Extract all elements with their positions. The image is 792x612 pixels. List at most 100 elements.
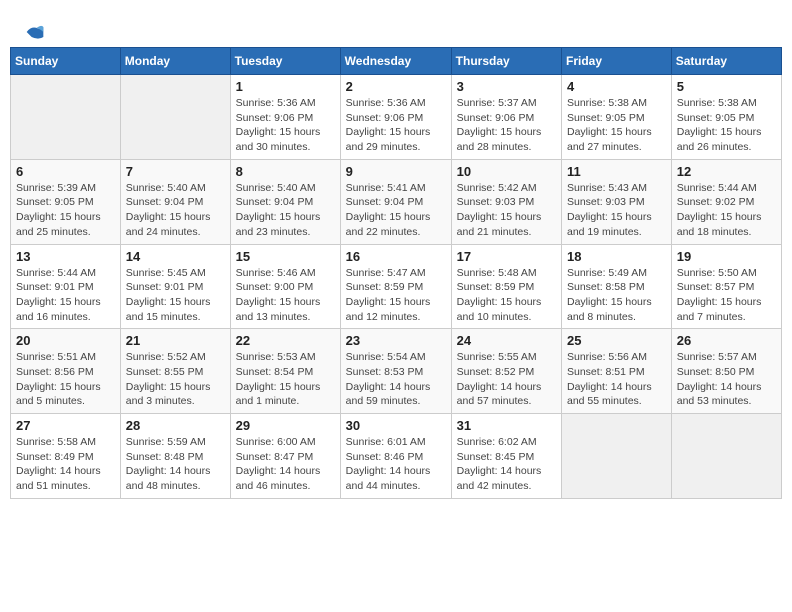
day-number: 9 xyxy=(346,164,446,179)
day-info: Sunrise: 5:39 AM Sunset: 9:05 PM Dayligh… xyxy=(16,181,115,240)
day-number: 1 xyxy=(236,79,335,94)
day-info: Sunrise: 5:49 AM Sunset: 8:58 PM Dayligh… xyxy=(567,266,666,325)
day-info: Sunrise: 5:38 AM Sunset: 9:05 PM Dayligh… xyxy=(677,96,776,155)
calendar-cell: 10Sunrise: 5:42 AM Sunset: 9:03 PM Dayli… xyxy=(451,159,561,244)
calendar-cell: 5 Sunrise: 5:38 AM Sunset: 9:05 PM Daylig… xyxy=(671,75,781,160)
day-info: Sunrise: 5:43 AM Sunset: 9:03 PM Dayligh… xyxy=(567,181,666,240)
day-number: 27 xyxy=(16,418,115,433)
day-number: 16 xyxy=(346,249,446,264)
day-number: 17 xyxy=(457,249,556,264)
calendar-cell: 15Sunrise: 5:46 AM Sunset: 9:00 PM Dayli… xyxy=(230,244,340,329)
day-number: 18 xyxy=(567,249,666,264)
day-number: 2 xyxy=(346,79,446,94)
weekday-header-saturday: Saturday xyxy=(671,48,781,75)
day-info: Sunrise: 5:47 AM Sunset: 8:59 PM Dayligh… xyxy=(346,266,446,325)
calendar-cell xyxy=(671,414,781,499)
day-info: Sunrise: 5:54 AM Sunset: 8:53 PM Dayligh… xyxy=(346,350,446,409)
day-number: 3 xyxy=(457,79,556,94)
day-info: Sunrise: 5:36 AM Sunset: 9:06 PM Dayligh… xyxy=(346,96,446,155)
day-number: 13 xyxy=(16,249,115,264)
calendar-cell: 8 Sunrise: 5:40 AM Sunset: 9:04 PM Daylig… xyxy=(230,159,340,244)
day-info: Sunrise: 5:46 AM Sunset: 9:00 PM Dayligh… xyxy=(236,266,335,325)
calendar-cell: 25 Sunrise: 5:56 AM Sunset: 8:51 PM Dayli… xyxy=(562,329,672,414)
calendar-cell: 22Sunrise: 5:53 AM Sunset: 8:54 PM Dayli… xyxy=(230,329,340,414)
day-number: 26 xyxy=(677,333,776,348)
day-info: Sunrise: 6:00 AM Sunset: 8:47 PM Dayligh… xyxy=(236,435,335,494)
day-info: Sunrise: 5:51 AM Sunset: 8:56 PM Dayligh… xyxy=(16,350,115,409)
day-number: 24 xyxy=(457,333,556,348)
day-number: 29 xyxy=(236,418,335,433)
day-info: Sunrise: 5:42 AM Sunset: 9:03 PM Dayligh… xyxy=(457,181,556,240)
calendar-table: SundayMondayTuesdayWednesdayThursdayFrid… xyxy=(10,47,782,499)
calendar-cell: 13 Sunrise: 5:44 AM Sunset: 9:01 PM Dayli… xyxy=(11,244,121,329)
day-number: 7 xyxy=(126,164,225,179)
day-info: Sunrise: 5:38 AM Sunset: 9:05 PM Dayligh… xyxy=(567,96,666,155)
day-info: Sunrise: 5:55 AM Sunset: 8:52 PM Dayligh… xyxy=(457,350,556,409)
day-number: 22 xyxy=(236,333,335,348)
calendar-cell: 16 Sunrise: 5:47 AM Sunset: 8:59 PM Dayli… xyxy=(340,244,451,329)
logo-icon xyxy=(25,22,45,42)
day-info: Sunrise: 5:37 AM Sunset: 9:06 PM Dayligh… xyxy=(457,96,556,155)
day-info: Sunrise: 5:59 AM Sunset: 8:48 PM Dayligh… xyxy=(126,435,225,494)
day-number: 6 xyxy=(16,164,115,179)
day-number: 11 xyxy=(567,164,666,179)
day-number: 19 xyxy=(677,249,776,264)
calendar-cell: 28 Sunrise: 5:59 AM Sunset: 8:48 PM Dayli… xyxy=(120,414,230,499)
day-number: 25 xyxy=(567,333,666,348)
day-info: Sunrise: 6:01 AM Sunset: 8:46 PM Dayligh… xyxy=(346,435,446,494)
day-info: Sunrise: 5:44 AM Sunset: 9:01 PM Dayligh… xyxy=(16,266,115,325)
weekday-header-sunday: Sunday xyxy=(11,48,121,75)
day-info: Sunrise: 5:44 AM Sunset: 9:02 PM Dayligh… xyxy=(677,181,776,240)
calendar-cell: 19 Sunrise: 5:50 AM Sunset: 8:57 PM Dayli… xyxy=(671,244,781,329)
day-number: 23 xyxy=(346,333,446,348)
day-number: 20 xyxy=(16,333,115,348)
day-info: Sunrise: 5:52 AM Sunset: 8:55 PM Dayligh… xyxy=(126,350,225,409)
calendar-cell: 3 Sunrise: 5:37 AM Sunset: 9:06 PM Daylig… xyxy=(451,75,561,160)
calendar-week-3: 13 Sunrise: 5:44 AM Sunset: 9:01 PM Dayli… xyxy=(11,244,782,329)
calendar-cell: 12 Sunrise: 5:44 AM Sunset: 9:02 PM Dayli… xyxy=(671,159,781,244)
day-info: Sunrise: 5:50 AM Sunset: 8:57 PM Dayligh… xyxy=(677,266,776,325)
day-number: 31 xyxy=(457,418,556,433)
calendar-cell: 23 Sunrise: 5:54 AM Sunset: 8:53 PM Dayli… xyxy=(340,329,451,414)
calendar-body: 1 Sunrise: 5:36 AM Sunset: 9:06 PM Daylig… xyxy=(11,75,782,499)
day-number: 8 xyxy=(236,164,335,179)
day-info: Sunrise: 5:40 AM Sunset: 9:04 PM Dayligh… xyxy=(236,181,335,240)
calendar-cell: 4 Sunrise: 5:38 AM Sunset: 9:05 PM Daylig… xyxy=(562,75,672,160)
day-number: 30 xyxy=(346,418,446,433)
day-info: Sunrise: 5:40 AM Sunset: 9:04 PM Dayligh… xyxy=(126,181,225,240)
calendar-cell: 30 Sunrise: 6:01 AM Sunset: 8:46 PM Dayli… xyxy=(340,414,451,499)
weekday-header-row: SundayMondayTuesdayWednesdayThursdayFrid… xyxy=(11,48,782,75)
calendar-cell xyxy=(120,75,230,160)
calendar-cell: 9 Sunrise: 5:41 AM Sunset: 9:04 PM Daylig… xyxy=(340,159,451,244)
day-number: 12 xyxy=(677,164,776,179)
day-info: Sunrise: 5:57 AM Sunset: 8:50 PM Dayligh… xyxy=(677,350,776,409)
logo xyxy=(25,20,49,42)
calendar-cell: 1 Sunrise: 5:36 AM Sunset: 9:06 PM Daylig… xyxy=(230,75,340,160)
day-number: 28 xyxy=(126,418,225,433)
calendar-cell: 7 Sunrise: 5:40 AM Sunset: 9:04 PM Daylig… xyxy=(120,159,230,244)
calendar-cell: 29 Sunrise: 6:00 AM Sunset: 8:47 PM Dayli… xyxy=(230,414,340,499)
calendar-cell: 24 Sunrise: 5:55 AM Sunset: 8:52 PM Dayli… xyxy=(451,329,561,414)
day-number: 4 xyxy=(567,79,666,94)
calendar-week-4: 20 Sunrise: 5:51 AM Sunset: 8:56 PM Dayli… xyxy=(11,329,782,414)
day-number: 14 xyxy=(126,249,225,264)
calendar-cell: 11 Sunrise: 5:43 AM Sunset: 9:03 PM Dayli… xyxy=(562,159,672,244)
calendar-cell: 2 Sunrise: 5:36 AM Sunset: 9:06 PM Daylig… xyxy=(340,75,451,160)
calendar-cell: 6 Sunrise: 5:39 AM Sunset: 9:05 PM Daylig… xyxy=(11,159,121,244)
calendar-cell: 31 Sunrise: 6:02 AM Sunset: 8:45 PM Dayli… xyxy=(451,414,561,499)
day-info: Sunrise: 5:45 AM Sunset: 9:01 PM Dayligh… xyxy=(126,266,225,325)
calendar-cell: 27Sunrise: 5:58 AM Sunset: 8:49 PM Dayli… xyxy=(11,414,121,499)
day-info: Sunrise: 5:41 AM Sunset: 9:04 PM Dayligh… xyxy=(346,181,446,240)
weekday-header-friday: Friday xyxy=(562,48,672,75)
calendar-cell xyxy=(562,414,672,499)
day-number: 21 xyxy=(126,333,225,348)
day-info: Sunrise: 5:48 AM Sunset: 8:59 PM Dayligh… xyxy=(457,266,556,325)
day-number: 5 xyxy=(677,79,776,94)
header xyxy=(10,10,782,47)
weekday-header-wednesday: Wednesday xyxy=(340,48,451,75)
calendar-cell: 26 Sunrise: 5:57 AM Sunset: 8:50 PM Dayli… xyxy=(671,329,781,414)
day-info: Sunrise: 6:02 AM Sunset: 8:45 PM Dayligh… xyxy=(457,435,556,494)
day-info: Sunrise: 5:36 AM Sunset: 9:06 PM Dayligh… xyxy=(236,96,335,155)
calendar-cell xyxy=(11,75,121,160)
day-info: Sunrise: 5:56 AM Sunset: 8:51 PM Dayligh… xyxy=(567,350,666,409)
